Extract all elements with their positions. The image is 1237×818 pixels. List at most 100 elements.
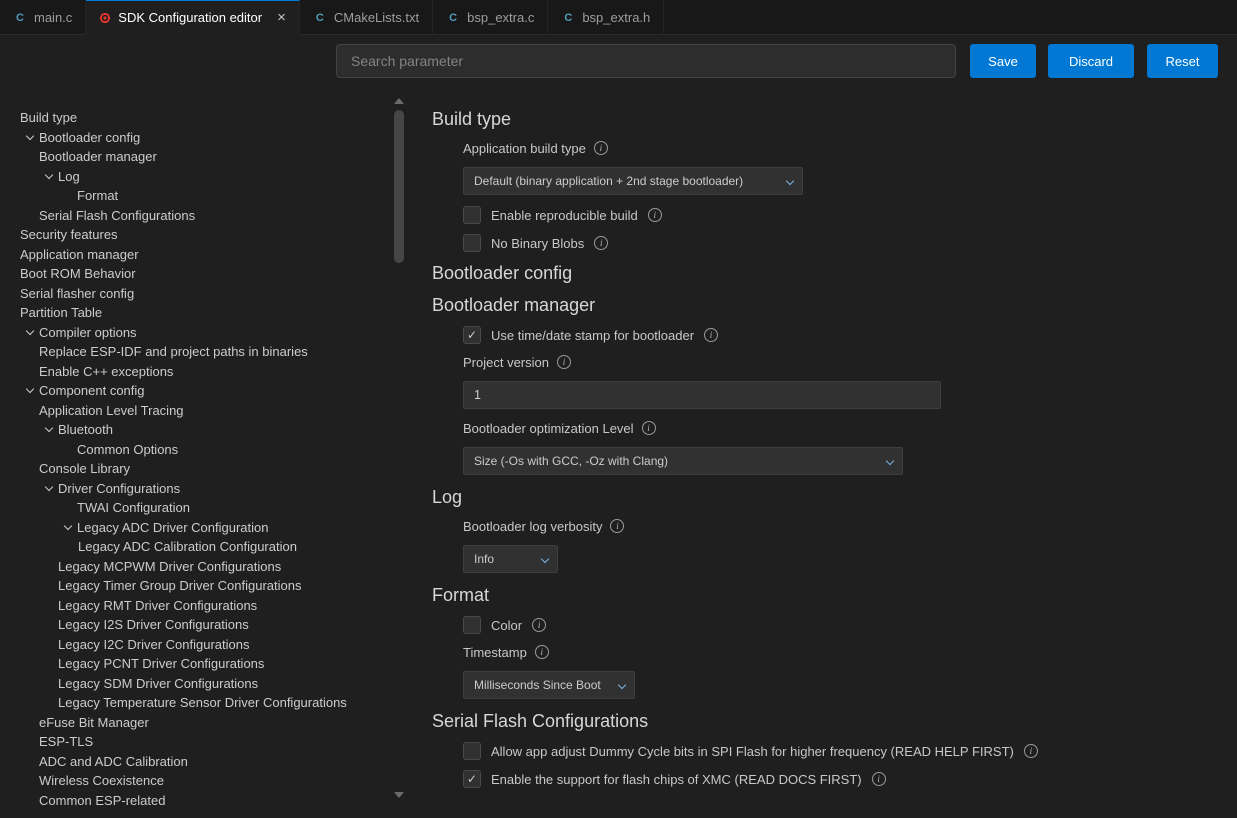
info-icon[interactable]: i	[648, 208, 662, 222]
sidebar-item-common-options[interactable]: Common Options	[0, 440, 392, 460]
sidebar-item-build-type[interactable]: Build type	[0, 108, 392, 128]
sidebar-item-legacy-rmt-driver-configurations[interactable]: Legacy RMT Driver Configurations	[0, 596, 392, 616]
checkbox[interactable]	[463, 742, 481, 760]
checkbox-row[interactable]: Colori	[463, 615, 1217, 635]
sidebar-item-wireless-coexistence[interactable]: Wireless Coexistence	[0, 771, 392, 791]
checkbox-row[interactable]: ✓Use time/date stamp for bootloaderi	[463, 325, 1217, 345]
info-icon[interactable]: i	[594, 141, 608, 155]
sidebar-item-label: Driver Configurations	[58, 481, 180, 496]
checkbox-row[interactable]: ✓ Enable the support for flash chips of X…	[463, 769, 1217, 789]
chevron-down-icon[interactable]	[39, 420, 58, 440]
checkbox[interactable]	[463, 206, 481, 224]
sidebar-item-legacy-i2s-driver-configurations[interactable]: Legacy I2S Driver Configurations	[0, 615, 392, 635]
checkbox-row[interactable]: Allow app adjust Dummy Cycle bits in SPI…	[463, 741, 1217, 761]
sidebar-item-bluetooth[interactable]: Bluetooth	[0, 420, 392, 440]
scroll-up-icon[interactable]	[394, 98, 404, 104]
sidebar-item-label: Component config	[39, 383, 145, 398]
tab-bsp-extra-h[interactable]: Cbsp_extra.h	[548, 0, 664, 35]
tab-label: bsp_extra.c	[467, 10, 534, 25]
info-icon[interactable]: i	[557, 355, 571, 369]
tab-cmakelists-txt[interactable]: CCMakeLists.txt	[300, 0, 433, 35]
tab-main-c[interactable]: Cmain.c	[0, 0, 86, 35]
sidebar-item-legacy-adc-calibration-configuration[interactable]: Legacy ADC Calibration Configuration	[0, 537, 392, 557]
section-heading: Format	[432, 583, 1217, 607]
checkbox[interactable]	[463, 616, 481, 634]
reset-button[interactable]: Reset	[1147, 44, 1218, 78]
sidebar-item-legacy-mcpwm-driver-configurations[interactable]: Legacy MCPWM Driver Configurations	[0, 557, 392, 577]
sidebar-item-label: Legacy SDM Driver Configurations	[58, 676, 258, 691]
discard-button[interactable]: Discard	[1048, 44, 1134, 78]
checkbox[interactable]: ✓	[463, 326, 481, 344]
sidebar-item-security-features[interactable]: Security features	[0, 225, 392, 245]
chevron-down-icon[interactable]	[39, 167, 58, 187]
sidebar-item-enable-c-exceptions[interactable]: Enable C++ exceptions	[0, 362, 392, 382]
info-icon[interactable]: i	[535, 645, 549, 659]
sidebar-item-label: Legacy I2S Driver Configurations	[58, 617, 249, 632]
scrollbar-thumb[interactable]	[394, 110, 404, 263]
sidebar-item-compiler-options[interactable]: Compiler options	[0, 323, 392, 343]
sidebar-item-label: Common Options	[77, 442, 178, 457]
tab-bsp-extra-c[interactable]: Cbsp_extra.c	[433, 0, 548, 35]
tab-sdk-configuration-editor[interactable]: SDK Configuration editor×	[86, 0, 300, 35]
chevron-down-icon[interactable]	[20, 323, 39, 343]
sidebar-item-legacy-i2c-driver-configurations[interactable]: Legacy I2C Driver Configurations	[0, 635, 392, 655]
sidebar-item-label: Compiler options	[39, 325, 137, 340]
info-icon[interactable]: i	[704, 328, 718, 342]
scroll-down-icon[interactable]	[394, 792, 404, 798]
sidebar-item-partition-table[interactable]: Partition Table	[0, 303, 392, 323]
sidebar-item-bootloader-config[interactable]: Bootloader config	[0, 128, 392, 148]
field-label: Application build typei	[463, 139, 1217, 157]
field-label: Project versioni	[463, 353, 1217, 371]
dropdown[interactable]: Size (-Os with GCC, -Oz with Clang)	[463, 447, 903, 475]
checkbox-label: Enable the support for flash chips of XM…	[491, 772, 862, 787]
dropdown[interactable]: Milliseconds Since Boot	[463, 671, 635, 699]
info-icon[interactable]: i	[1024, 744, 1038, 758]
info-icon[interactable]: i	[610, 519, 624, 533]
sidebar-item-adc-and-adc-calibration[interactable]: ADC and ADC Calibration	[0, 752, 392, 772]
dropdown[interactable]: Default (binary application + 2nd stage …	[463, 167, 803, 195]
save-button[interactable]: Save	[970, 44, 1036, 78]
chevron-down-icon[interactable]	[20, 381, 39, 401]
sidebar-item-replace-esp-idf-and-project-paths-in-binaries[interactable]: Replace ESP-IDF and project paths in bin…	[0, 342, 392, 362]
sidebar-scrollbar[interactable]	[394, 95, 404, 818]
sidebar-item-serial-flash-configurations[interactable]: Serial Flash Configurations	[0, 206, 392, 226]
checkbox[interactable]	[463, 234, 481, 252]
sidebar-item-application-manager[interactable]: Application manager	[0, 245, 392, 265]
sidebar-item-boot-rom-behavior[interactable]: Boot ROM Behavior	[0, 264, 392, 284]
sidebar-item-application-level-tracing[interactable]: Application Level Tracing	[0, 401, 392, 421]
sidebar-item-legacy-timer-group-driver-configurations[interactable]: Legacy Timer Group Driver Configurations	[0, 576, 392, 596]
sidebar-item-label: Console Library	[39, 461, 130, 476]
sidebar-item-common-esp-related[interactable]: Common ESP-related	[0, 791, 392, 811]
sidebar-item-efuse-bit-manager[interactable]: eFuse Bit Manager	[0, 713, 392, 733]
chevron-down-icon[interactable]	[39, 479, 58, 499]
sidebar-item-format[interactable]: Format	[0, 186, 392, 206]
sidebar-item-label: Replace ESP-IDF and project paths in bin…	[39, 344, 308, 359]
sidebar-item-serial-flasher-config[interactable]: Serial flasher config	[0, 284, 392, 304]
sidebar-item-legacy-adc-driver-configuration[interactable]: Legacy ADC Driver Configuration	[0, 518, 392, 538]
info-icon[interactable]: i	[872, 772, 886, 786]
sidebar-item-legacy-sdm-driver-configurations[interactable]: Legacy SDM Driver Configurations	[0, 674, 392, 694]
chevron-down-icon[interactable]	[20, 128, 39, 148]
sidebar-item-log[interactable]: Log	[0, 167, 392, 187]
sidebar-item-bootloader-manager[interactable]: Bootloader manager	[0, 147, 392, 167]
sidebar-item-label: Format	[77, 188, 118, 203]
sidebar-item-twai-configuration[interactable]: TWAI Configuration	[0, 498, 392, 518]
sidebar-item-console-library[interactable]: Console Library	[0, 459, 392, 479]
sidebar-item-esp-tls[interactable]: ESP-TLS	[0, 732, 392, 752]
checkbox-row[interactable]: Enable reproducible buildi	[463, 205, 1217, 225]
sidebar-item-driver-configurations[interactable]: Driver Configurations	[0, 479, 392, 499]
checkbox-row[interactable]: No Binary Blobsi	[463, 233, 1217, 253]
info-icon[interactable]: i	[642, 421, 656, 435]
info-icon[interactable]: i	[532, 618, 546, 632]
sidebar-item-component-config[interactable]: Component config	[0, 381, 392, 401]
dropdown[interactable]: Info	[463, 545, 558, 573]
close-icon[interactable]: ×	[277, 10, 286, 25]
chevron-down-icon[interactable]	[58, 518, 77, 538]
sidebar-item-legacy-temperature-sensor-driver-configurations[interactable]: Legacy Temperature Sensor Driver Configu…	[0, 693, 392, 713]
info-icon[interactable]: i	[594, 236, 608, 250]
sidebar-item-legacy-pcnt-driver-configurations[interactable]: Legacy PCNT Driver Configurations	[0, 654, 392, 674]
config-form: Build typeApplication build typeiDefault…	[410, 95, 1237, 818]
search-input[interactable]	[336, 44, 956, 78]
checkbox[interactable]: ✓	[463, 770, 481, 788]
text-input[interactable]	[463, 381, 941, 409]
